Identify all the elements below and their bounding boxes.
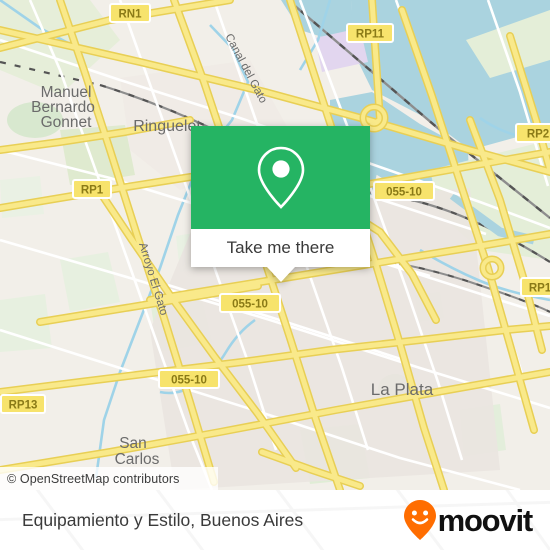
- road-shield-055-10-ne[interactable]: 055-10: [373, 181, 435, 201]
- svg-text:RP13: RP13: [9, 400, 38, 412]
- place-label-carlos: Carlos: [115, 451, 160, 468]
- moovit-pin-icon: [403, 500, 436, 540]
- place-label-la-plata: La Plata: [371, 380, 434, 399]
- moovit-wordmark: moovit: [437, 502, 534, 538]
- svg-text:055-10: 055-10: [232, 299, 268, 311]
- location-callout-card[interactable]: Take me there: [191, 126, 370, 282]
- map-attribution: © OpenStreetMap contributors: [0, 467, 218, 490]
- svg-text:RP2: RP2: [527, 129, 549, 141]
- footer-bar: Equipamiento y Estilo, Buenos Aires moov…: [0, 490, 550, 550]
- road-shield-rp1-west[interactable]: RP1: [72, 179, 112, 199]
- moovit-logo[interactable]: moovit: [403, 499, 534, 541]
- screenshot-root: Manuel Bernardo Gonnet Ringuelet La Plat…: [0, 0, 550, 550]
- svg-text:RN1: RN1: [118, 9, 142, 21]
- location-pin-icon: [257, 146, 304, 209]
- road-shield-rp11[interactable]: RP11: [346, 23, 394, 43]
- road-shield-rp1-east[interactable]: RP1: [520, 277, 550, 297]
- svg-text:RP11: RP11: [356, 29, 385, 41]
- green-field-9: [0, 176, 44, 218]
- place-label-gonnet: Gonnet: [41, 114, 93, 131]
- road-shield-055-10-south[interactable]: 055-10: [158, 369, 220, 389]
- take-me-there-button[interactable]: Take me there: [191, 229, 370, 267]
- page-title: Equipamiento y Estilo, Buenos Aires: [22, 509, 304, 530]
- callout-pointer-tail: [266, 267, 295, 282]
- svg-text:055-10: 055-10: [386, 187, 422, 199]
- take-me-there-label: Take me there: [226, 238, 335, 257]
- svg-text:RP1: RP1: [529, 283, 550, 295]
- svg-text:RP1: RP1: [81, 185, 104, 197]
- road-shield-055-10-center[interactable]: 055-10: [219, 293, 281, 313]
- road-shield-rp2[interactable]: RP2: [515, 123, 550, 143]
- road-shield-rn1[interactable]: RN1: [109, 3, 151, 23]
- svg-text:055-10: 055-10: [171, 375, 207, 387]
- road-shield-rp13[interactable]: RP13: [0, 394, 46, 414]
- attribution-text: © OpenStreetMap contributors: [7, 471, 180, 486]
- callout-header: [191, 126, 370, 229]
- place-label-san: San: [119, 435, 147, 452]
